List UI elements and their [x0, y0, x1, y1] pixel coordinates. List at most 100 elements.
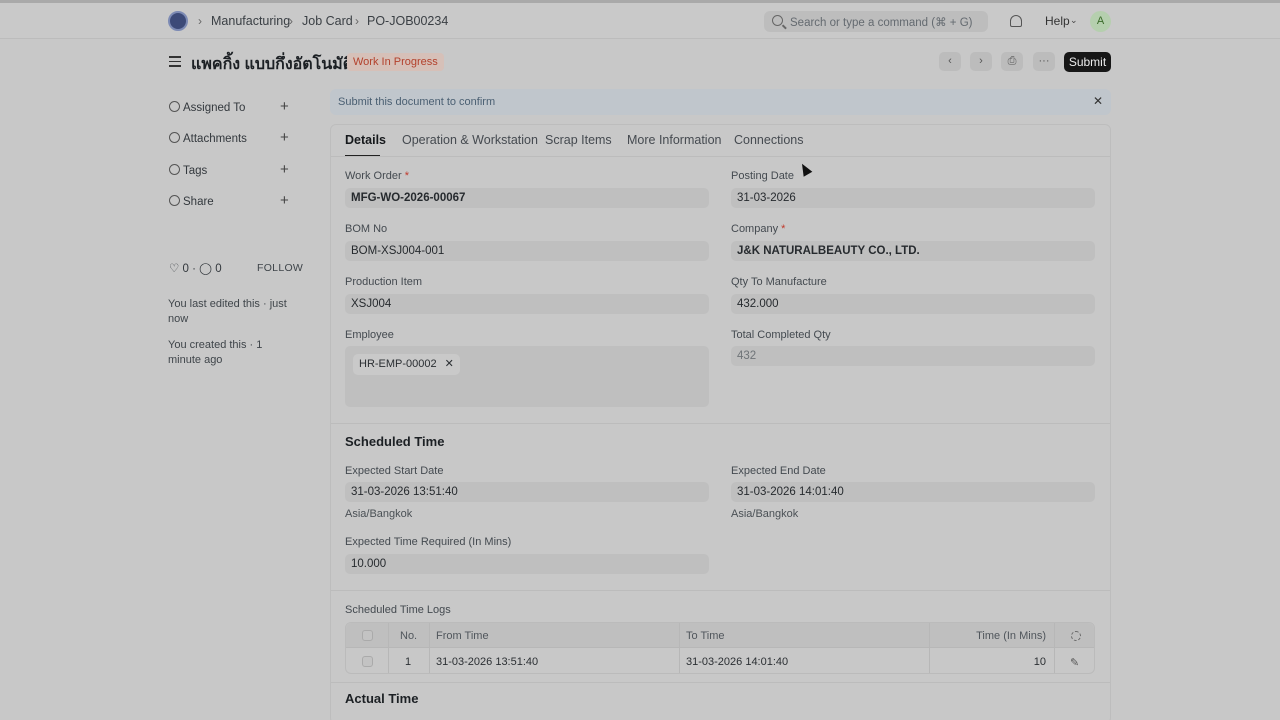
- scheduled-time-heading: Scheduled Time: [345, 434, 445, 449]
- tab-more-information[interactable]: More Information: [627, 133, 721, 147]
- breadcrumb-job-card[interactable]: Job Card: [302, 14, 353, 28]
- chevron-right-icon: ›: [355, 14, 359, 28]
- tab-details[interactable]: Details: [345, 133, 386, 147]
- row-from-time[interactable]: 31-03-2026 13:51:40: [436, 656, 538, 668]
- end-timezone: Asia/Bangkok: [731, 508, 799, 520]
- select-all-checkbox[interactable]: [362, 630, 373, 641]
- qty-to-manufacture-field[interactable]: 432.000: [731, 294, 1095, 314]
- follow-button[interactable]: FOLLOW: [257, 262, 303, 274]
- breadcrumb-manufacturing[interactable]: Manufacturing: [211, 14, 290, 28]
- sidebar-toggle-icon[interactable]: [169, 56, 181, 67]
- time-logs-table: No. From Time To Time Time (In Mins) 1 3…: [345, 622, 1095, 674]
- col-no-header: No.: [400, 630, 418, 642]
- like-count: 0: [182, 263, 189, 275]
- tab-scrap-items[interactable]: Scrap Items: [545, 133, 612, 147]
- company-field[interactable]: J&K NATURALBEAUTY CO., LTD.: [731, 241, 1095, 261]
- tag-icon: [169, 164, 180, 175]
- settings-gear-icon[interactable]: [1071, 631, 1081, 641]
- submit-alert: Submit this document to confirm ✕: [330, 89, 1111, 115]
- chevron-right-icon: ›: [289, 14, 293, 28]
- col-to-time-header: To Time: [686, 630, 725, 642]
- row-checkbox[interactable]: [362, 656, 373, 667]
- column-divider: [388, 623, 389, 673]
- expected-start-field[interactable]: 31-03-2026 13:51:40: [345, 482, 709, 502]
- sidebar-item-share[interactable]: Share: [169, 195, 214, 208]
- tab-operation-workstation[interactable]: Operation & Workstation: [402, 133, 538, 147]
- row-time-mins[interactable]: 10: [1034, 656, 1046, 668]
- total-completed-qty-field: 432: [731, 346, 1095, 366]
- column-divider: [429, 623, 430, 673]
- bom-no-label: BOM No: [345, 223, 388, 235]
- comment-count: 0: [215, 263, 222, 275]
- edit-row-icon[interactable]: ✎: [1070, 656, 1079, 669]
- expected-end-label: Expected End Date: [731, 465, 826, 477]
- like-comment-counts: ♡ 0 · ◯ 0: [169, 261, 222, 275]
- tab-divider: [331, 156, 1110, 157]
- time-logs-label: Scheduled Time Logs: [345, 604, 451, 616]
- start-timezone: Asia/Bangkok: [345, 508, 413, 520]
- section-divider: [331, 423, 1110, 424]
- app-logo[interactable]: [168, 11, 188, 31]
- company-label: Company *: [731, 223, 786, 235]
- expected-start-label: Expected Start Date: [345, 465, 444, 477]
- close-icon[interactable]: ✕: [1093, 94, 1103, 108]
- production-item-field[interactable]: XSJ004: [345, 294, 709, 314]
- column-divider: [679, 623, 680, 673]
- chevron-down-icon: ⌄: [1070, 15, 1078, 25]
- add-assignee-button[interactable]: +: [280, 99, 289, 114]
- heart-icon[interactable]: ♡: [169, 263, 179, 275]
- tab-connections[interactable]: Connections: [734, 133, 804, 147]
- time-required-field[interactable]: 10.000: [345, 554, 709, 574]
- breadcrumb-current-doc[interactable]: PO-JOB00234: [367, 14, 448, 28]
- more-actions-button[interactable]: ···: [1033, 52, 1055, 71]
- employee-label: Employee: [345, 329, 394, 341]
- chevron-right-icon: ›: [198, 14, 202, 28]
- sidebar-item-label: Assigned To: [183, 102, 246, 114]
- status-badge: Work In Progress: [347, 53, 444, 71]
- col-from-time-header: From Time: [436, 630, 489, 642]
- share-icon: [169, 195, 180, 206]
- avatar[interactable]: A: [1090, 11, 1111, 32]
- actual-time-heading: Actual Time: [345, 691, 419, 706]
- employee-pill: HR-EMP-00002 ✕: [353, 354, 460, 375]
- bom-no-field[interactable]: BOM-XSJ004-001: [345, 241, 709, 261]
- comment-icon[interactable]: ◯: [199, 263, 212, 275]
- total-completed-qty-label: Total Completed Qty: [731, 329, 831, 341]
- work-order-field[interactable]: MFG-WO-2026-00067: [345, 188, 709, 208]
- paperclip-icon: [169, 132, 180, 143]
- col-time-mins-header: Time (In Mins): [976, 630, 1046, 642]
- sidebar-item-attachments[interactable]: Attachments: [169, 132, 247, 145]
- sidebar-item-assigned-to[interactable]: Assigned To: [169, 101, 245, 114]
- print-button[interactable]: ⎙: [1001, 52, 1023, 71]
- created-info: You created this · 1 minute ago: [168, 339, 263, 366]
- top-navbar: › Manufacturing › Job Card › PO-JOB00234…: [0, 3, 1280, 39]
- sidebar-item-tags[interactable]: Tags: [169, 164, 207, 177]
- employee-field[interactable]: HR-EMP-00002 ✕: [345, 346, 709, 407]
- next-doc-button[interactable]: ›: [970, 52, 992, 71]
- work-order-label: Work Order *: [345, 170, 409, 182]
- sidebar-item-label: Share: [183, 196, 214, 208]
- section-divider: [331, 590, 1110, 591]
- add-share-button[interactable]: +: [280, 193, 289, 208]
- employee-pill-label: HR-EMP-00002: [359, 358, 437, 370]
- separator-dot: ·: [192, 263, 196, 275]
- sidebar-item-label: Tags: [183, 165, 208, 177]
- add-tag-button[interactable]: +: [280, 162, 289, 177]
- search-icon: [772, 15, 783, 26]
- alert-text: Submit this document to confirm: [338, 96, 496, 108]
- page-title: แพคกิ้ง แบบกึ่งอัตโนมัติ: [191, 56, 354, 73]
- qty-to-manufacture-label: Qty To Manufacture: [731, 276, 827, 288]
- remove-icon[interactable]: ✕: [445, 358, 454, 370]
- row-no: 1: [405, 656, 412, 668]
- add-attachment-button[interactable]: +: [280, 130, 289, 145]
- sidebar-item-label: Attachments: [183, 133, 247, 145]
- bell-icon[interactable]: [1010, 15, 1022, 27]
- user-icon: [169, 101, 180, 112]
- help-menu[interactable]: Help: [1045, 14, 1070, 28]
- submit-button[interactable]: Submit: [1064, 52, 1111, 72]
- row-to-time[interactable]: 31-03-2026 14:01:40: [686, 656, 788, 668]
- search-input[interactable]: Search or type a command (⌘ + G): [764, 11, 988, 32]
- expected-end-field[interactable]: 31-03-2026 14:01:40: [731, 482, 1095, 502]
- prev-doc-button[interactable]: ‹: [939, 52, 961, 71]
- posting-date-field[interactable]: 31-03-2026: [731, 188, 1095, 208]
